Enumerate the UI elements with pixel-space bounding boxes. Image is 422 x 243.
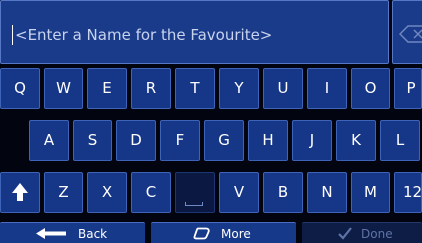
- key-y[interactable]: Y: [219, 68, 259, 109]
- key-h[interactable]: H: [248, 120, 288, 161]
- text-cursor: [12, 25, 13, 45]
- key-p[interactable]: P: [394, 68, 422, 109]
- key-c[interactable]: C: [131, 172, 171, 213]
- favourite-name-placeholder: <Enter a Name for the Favourite>: [15, 26, 273, 44]
- key-f[interactable]: F: [160, 120, 200, 161]
- rounded-square-icon: [193, 227, 210, 240]
- key-i[interactable]: I: [307, 68, 347, 109]
- done-label: Done: [361, 227, 393, 241]
- key-x[interactable]: X: [87, 172, 127, 213]
- key-m[interactable]: M: [351, 172, 390, 213]
- key-r[interactable]: R: [131, 68, 171, 109]
- key-l[interactable]: L: [380, 120, 420, 161]
- backspace-button[interactable]: [392, 0, 422, 64]
- checkmark-icon: [338, 227, 352, 240]
- key-q[interactable]: Q: [0, 68, 40, 109]
- onscreen-keyboard-screen: <Enter a Name for the Favourite> Q W E R…: [0, 0, 422, 243]
- key-d[interactable]: D: [116, 120, 156, 161]
- space-key[interactable]: [175, 172, 215, 213]
- back-label: Back: [78, 227, 108, 241]
- key-g[interactable]: G: [204, 120, 244, 161]
- key-s[interactable]: S: [73, 120, 112, 161]
- key-n[interactable]: N: [307, 172, 347, 213]
- key-k[interactable]: K: [336, 120, 376, 161]
- key-j[interactable]: J: [292, 120, 332, 161]
- bottom-action-bar: Back More Done: [0, 222, 422, 243]
- done-button[interactable]: Done: [302, 222, 422, 243]
- key-t[interactable]: T: [175, 68, 215, 109]
- key-v[interactable]: V: [219, 172, 259, 213]
- shift-arrow-icon: [12, 183, 28, 201]
- numeric-keyboard-key[interactable]: 123: [394, 172, 422, 213]
- back-button[interactable]: Back: [0, 222, 145, 243]
- more-label: More: [221, 227, 251, 241]
- key-w[interactable]: W: [44, 68, 83, 109]
- key-a[interactable]: A: [29, 120, 69, 161]
- key-b[interactable]: B: [263, 172, 303, 213]
- shift-key[interactable]: [0, 172, 40, 213]
- key-u[interactable]: U: [263, 68, 303, 109]
- backspace-icon: [399, 25, 422, 43]
- space-bar-icon: [185, 202, 203, 206]
- favourite-name-input[interactable]: <Enter a Name for the Favourite>: [0, 0, 389, 64]
- key-o[interactable]: O: [351, 68, 390, 109]
- key-e[interactable]: E: [87, 68, 127, 109]
- key-z[interactable]: Z: [44, 172, 83, 213]
- left-arrow-icon: [36, 228, 66, 239]
- more-button[interactable]: More: [151, 222, 296, 243]
